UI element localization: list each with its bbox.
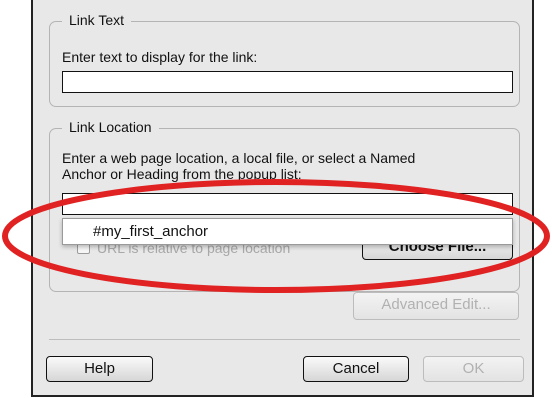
help-button[interactable]: Help [46,356,153,382]
bottom-divider [49,339,520,340]
link-location-prompt-line2: Anchor or Heading from the popup list: [62,166,302,182]
link-location-input[interactable] [62,193,513,215]
popup-item-my-first-anchor[interactable]: #my_first_anchor [93,223,208,240]
link-text-legend: Link Text [62,11,131,29]
link-location-prompt-line1: Enter a web page location, a local file,… [62,150,416,166]
insert-link-dialog: Link Text Enter text to display for the … [31,0,534,397]
cancel-button[interactable]: Cancel [303,356,409,382]
ok-button[interactable]: OK [423,356,524,382]
link-location-legend: Link Location [62,118,159,136]
anchor-popup-list: #my_first_anchor [62,218,513,245]
link-text-prompt: Enter text to display for the link: [62,49,258,65]
link-text-input[interactable] [62,71,513,93]
advanced-edit-button[interactable]: Advanced Edit... [353,292,519,320]
